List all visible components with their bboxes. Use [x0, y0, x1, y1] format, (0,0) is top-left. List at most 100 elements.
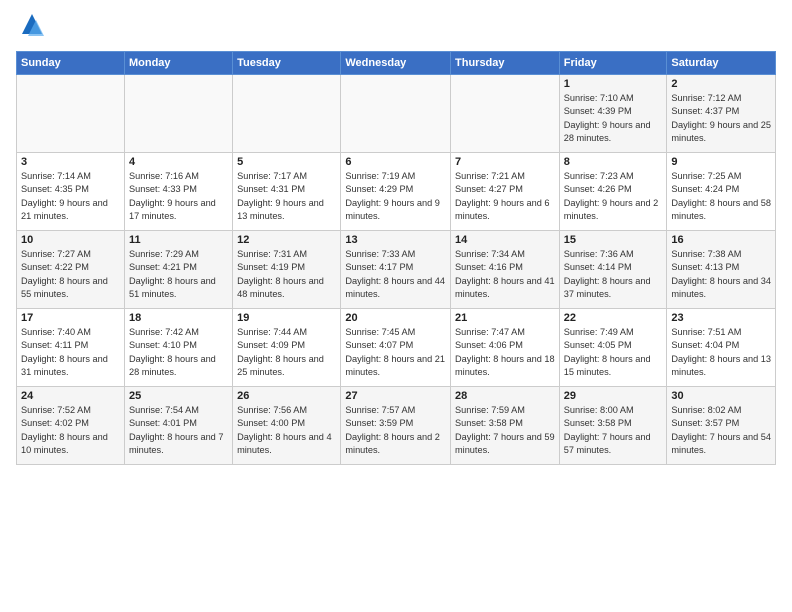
day-info: Sunrise: 7:29 AM Sunset: 4:21 PM Dayligh… [129, 248, 228, 301]
day-info: Sunrise: 7:36 AM Sunset: 4:14 PM Dayligh… [564, 248, 663, 301]
day-number: 17 [21, 312, 120, 324]
calendar-week-3: 10 Sunrise: 7:27 AM Sunset: 4:22 PM Dayli… [17, 231, 776, 309]
calendar-cell [17, 75, 125, 153]
header [16, 12, 776, 45]
day-number: 15 [564, 234, 663, 246]
calendar-cell: 18 Sunrise: 7:42 AM Sunset: 4:10 PM Dayli… [124, 309, 232, 387]
day-number: 2 [671, 78, 771, 90]
day-info: Sunrise: 7:31 AM Sunset: 4:19 PM Dayligh… [237, 248, 336, 301]
day-info: Sunrise: 7:40 AM Sunset: 4:11 PM Dayligh… [21, 326, 120, 379]
day-number: 24 [21, 390, 120, 402]
day-number: 19 [237, 312, 336, 324]
calendar-cell: 11 Sunrise: 7:29 AM Sunset: 4:21 PM Dayli… [124, 231, 232, 309]
day-info: Sunrise: 7:44 AM Sunset: 4:09 PM Dayligh… [237, 326, 336, 379]
calendar-header-row: SundayMondayTuesdayWednesdayThursdayFrid… [17, 52, 776, 75]
calendar-header-monday: Monday [124, 52, 232, 75]
day-number: 25 [129, 390, 228, 402]
day-info: Sunrise: 7:52 AM Sunset: 4:02 PM Dayligh… [21, 404, 120, 457]
day-number: 14 [455, 234, 555, 246]
day-number: 26 [237, 390, 336, 402]
calendar-cell: 21 Sunrise: 7:47 AM Sunset: 4:06 PM Dayli… [451, 309, 560, 387]
day-info: Sunrise: 7:17 AM Sunset: 4:31 PM Dayligh… [237, 170, 336, 223]
day-number: 22 [564, 312, 663, 324]
calendar-week-4: 17 Sunrise: 7:40 AM Sunset: 4:11 PM Dayli… [17, 309, 776, 387]
day-info: Sunrise: 7:27 AM Sunset: 4:22 PM Dayligh… [21, 248, 120, 301]
day-number: 18 [129, 312, 228, 324]
day-info: Sunrise: 7:21 AM Sunset: 4:27 PM Dayligh… [455, 170, 555, 223]
day-info: Sunrise: 7:42 AM Sunset: 4:10 PM Dayligh… [129, 326, 228, 379]
day-info: Sunrise: 7:14 AM Sunset: 4:35 PM Dayligh… [21, 170, 120, 223]
calendar-cell: 25Sunrise: 7:54 AM Sunset: 4:01 PM Dayli… [124, 387, 232, 465]
day-number: 3 [21, 156, 120, 168]
calendar-cell [233, 75, 341, 153]
day-info: Sunrise: 7:38 AM Sunset: 4:13 PM Dayligh… [671, 248, 771, 301]
day-info: Sunrise: 7:34 AM Sunset: 4:16 PM Dayligh… [455, 248, 555, 301]
calendar-cell: 17 Sunrise: 7:40 AM Sunset: 4:11 PM Dayli… [17, 309, 125, 387]
calendar-week-1: 1 Sunrise: 7:10 AM Sunset: 4:39 PM Daylig… [17, 75, 776, 153]
calendar-cell: 27Sunrise: 7:57 AM Sunset: 3:59 PM Dayli… [341, 387, 451, 465]
day-number: 6 [345, 156, 446, 168]
calendar-header-wednesday: Wednesday [341, 52, 451, 75]
calendar-cell: 2 Sunrise: 7:12 AM Sunset: 4:37 PM Daylig… [667, 75, 776, 153]
day-number: 21 [455, 312, 555, 324]
calendar-cell: 15 Sunrise: 7:36 AM Sunset: 4:14 PM Dayli… [559, 231, 667, 309]
calendar-cell: 26 Sunrise: 7:56 AM Sunset: 4:00 PM Dayli… [233, 387, 341, 465]
calendar-header-tuesday: Tuesday [233, 52, 341, 75]
calendar-cell: 29 Sunrise: 8:00 AM Sunset: 3:58 PM Dayli… [559, 387, 667, 465]
calendar-cell: 13Sunrise: 7:33 AM Sunset: 4:17 PM Dayli… [341, 231, 451, 309]
day-number: 30 [671, 390, 771, 402]
day-info: Sunrise: 7:45 AM Sunset: 4:07 PM Dayligh… [345, 326, 446, 379]
day-info: Sunrise: 7:10 AM Sunset: 4:39 PM Dayligh… [564, 92, 663, 145]
day-number: 5 [237, 156, 336, 168]
calendar-cell: 12 Sunrise: 7:31 AM Sunset: 4:19 PM Dayli… [233, 231, 341, 309]
logo [16, 12, 46, 45]
day-number: 29 [564, 390, 663, 402]
calendar-header-saturday: Saturday [667, 52, 776, 75]
calendar-cell [451, 75, 560, 153]
calendar-cell: 20Sunrise: 7:45 AM Sunset: 4:07 PM Dayli… [341, 309, 451, 387]
calendar-header-sunday: Sunday [17, 52, 125, 75]
day-number: 10 [21, 234, 120, 246]
day-number: 11 [129, 234, 228, 246]
day-info: Sunrise: 7:16 AM Sunset: 4:33 PM Dayligh… [129, 170, 228, 223]
calendar-week-5: 24 Sunrise: 7:52 AM Sunset: 4:02 PM Dayli… [17, 387, 776, 465]
calendar-cell: 28 Sunrise: 7:59 AM Sunset: 3:58 PM Dayli… [451, 387, 560, 465]
calendar-cell: 9 Sunrise: 7:25 AM Sunset: 4:24 PM Daylig… [667, 153, 776, 231]
day-number: 28 [455, 390, 555, 402]
day-number: 8 [564, 156, 663, 168]
calendar-header-friday: Friday [559, 52, 667, 75]
logo-icon [18, 12, 46, 40]
calendar-cell: 1 Sunrise: 7:10 AM Sunset: 4:39 PM Daylig… [559, 75, 667, 153]
calendar-cell: 6 Sunrise: 7:19 AM Sunset: 4:29 PM Daylig… [341, 153, 451, 231]
calendar-cell: 5 Sunrise: 7:17 AM Sunset: 4:31 PM Daylig… [233, 153, 341, 231]
calendar-cell: 8 Sunrise: 7:23 AM Sunset: 4:26 PM Daylig… [559, 153, 667, 231]
calendar-cell: 19 Sunrise: 7:44 AM Sunset: 4:09 PM Dayli… [233, 309, 341, 387]
calendar: SundayMondayTuesdayWednesdayThursdayFrid… [16, 51, 776, 465]
day-info: Sunrise: 7:25 AM Sunset: 4:24 PM Dayligh… [671, 170, 771, 223]
day-number: 4 [129, 156, 228, 168]
calendar-cell: 24 Sunrise: 7:52 AM Sunset: 4:02 PM Dayli… [17, 387, 125, 465]
day-info: Sunrise: 7:33 AM Sunset: 4:17 PM Dayligh… [345, 248, 446, 301]
calendar-cell: 3 Sunrise: 7:14 AM Sunset: 4:35 PM Daylig… [17, 153, 125, 231]
day-number: 12 [237, 234, 336, 246]
day-number: 9 [671, 156, 771, 168]
day-info: Sunrise: 8:02 AM Sunset: 3:57 PM Dayligh… [671, 404, 771, 457]
day-info: Sunrise: 7:19 AM Sunset: 4:29 PM Dayligh… [345, 170, 446, 223]
day-number: 27 [345, 390, 446, 402]
day-number: 23 [671, 312, 771, 324]
calendar-cell: 7 Sunrise: 7:21 AM Sunset: 4:27 PM Daylig… [451, 153, 560, 231]
day-info: Sunrise: 7:12 AM Sunset: 4:37 PM Dayligh… [671, 92, 771, 145]
calendar-cell: 14 Sunrise: 7:34 AM Sunset: 4:16 PM Dayli… [451, 231, 560, 309]
day-number: 16 [671, 234, 771, 246]
day-info: Sunrise: 7:47 AM Sunset: 4:06 PM Dayligh… [455, 326, 555, 379]
day-info: Sunrise: 7:51 AM Sunset: 4:04 PM Dayligh… [671, 326, 771, 379]
day-info: Sunrise: 7:56 AM Sunset: 4:00 PM Dayligh… [237, 404, 336, 457]
calendar-cell [124, 75, 232, 153]
day-info: Sunrise: 7:23 AM Sunset: 4:26 PM Dayligh… [564, 170, 663, 223]
calendar-header-thursday: Thursday [451, 52, 560, 75]
calendar-cell [341, 75, 451, 153]
day-info: Sunrise: 7:59 AM Sunset: 3:58 PM Dayligh… [455, 404, 555, 457]
day-number: 7 [455, 156, 555, 168]
day-info: Sunrise: 8:00 AM Sunset: 3:58 PM Dayligh… [564, 404, 663, 457]
day-number: 1 [564, 78, 663, 90]
